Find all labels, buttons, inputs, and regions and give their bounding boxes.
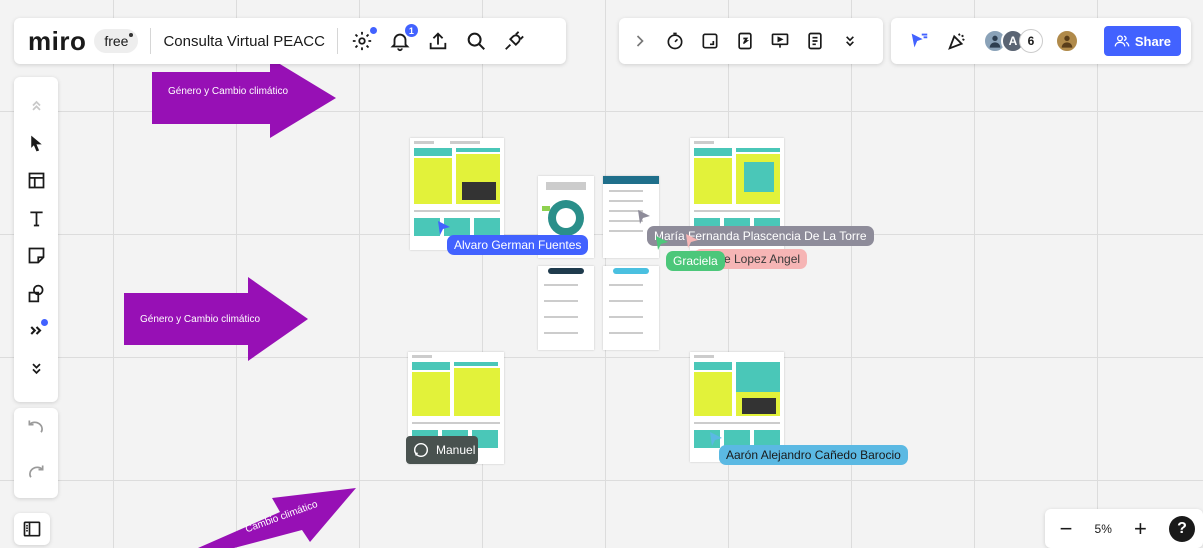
more-apps-dot (41, 319, 48, 326)
more-apps-tool[interactable] (14, 312, 58, 350)
collaborators-count[interactable]: 6 (1019, 29, 1043, 53)
card-three-icon (738, 32, 752, 50)
notifications-button[interactable]: 1 (388, 24, 418, 53)
sticky-note-tool[interactable] (14, 237, 58, 275)
gear-icon (352, 31, 372, 51)
top-toolbar-left: miro free Consulta Virtual PEACC 1 (14, 18, 566, 64)
double-chevron-down-icon (845, 36, 854, 47)
board-card-middle-4[interactable] (603, 266, 659, 350)
notifications-count: 1 (404, 24, 418, 37)
upload-icon (429, 32, 447, 50)
collapse-toolbar-button[interactable] (14, 87, 58, 125)
double-chevron-up-icon (31, 101, 41, 111)
present-button[interactable] (768, 29, 791, 53)
arrow-shape-1[interactable] (152, 58, 336, 138)
person-icon (1061, 35, 1073, 48)
undo-button[interactable] (26, 418, 46, 443)
shapes-icon (28, 284, 43, 302)
help-button[interactable]: ? (1168, 515, 1195, 542)
expand-toolbar-button[interactable] (629, 29, 652, 53)
zoom-level[interactable]: 5% (1095, 522, 1112, 536)
board-card-top-left[interactable] (410, 138, 504, 250)
comment-icon (413, 442, 429, 458)
chevron-right-icon (637, 35, 645, 47)
board-card-middle-3[interactable] (538, 266, 594, 350)
follow-cursors-button[interactable] (907, 29, 931, 53)
more-tools-button[interactable] (838, 29, 861, 53)
notes-icon (808, 32, 822, 50)
double-chevron-down-icon (31, 363, 41, 374)
celebrate-button[interactable] (945, 29, 969, 53)
timer-button[interactable] (664, 29, 687, 53)
apps-button[interactable] (502, 29, 526, 53)
cursor-pointer-maria (638, 210, 650, 224)
sidebar-panel-icon (23, 521, 41, 537)
cursor-label-manuel: Manuel (436, 443, 476, 457)
text-tool[interactable] (14, 200, 58, 238)
left-toolbar (14, 77, 58, 402)
upload-button[interactable] (426, 29, 450, 53)
frames-panel-button[interactable] (14, 513, 50, 545)
vote-icon (702, 33, 718, 49)
shapes-tool[interactable] (14, 275, 58, 313)
cursor-pointer-alvaro (438, 221, 450, 235)
redo-button[interactable] (26, 463, 46, 488)
miro-logo[interactable]: miro (28, 26, 86, 57)
users-icon (1114, 35, 1130, 47)
cursor-pointer-graciela (656, 236, 668, 250)
search-button[interactable] (464, 29, 488, 53)
undo-redo-panel (14, 408, 58, 498)
board-card-middle-2[interactable] (603, 176, 659, 258)
select-tool[interactable] (14, 125, 58, 163)
divider (336, 28, 338, 54)
text-icon (29, 211, 43, 227)
estimation-button[interactable] (734, 29, 757, 53)
avatar-current-user[interactable] (1055, 29, 1079, 53)
undo-icon (28, 420, 43, 433)
settings-dot (369, 27, 377, 34)
cursor-label-aaron: Aarón Alejandro Cañedo Barocio (719, 445, 908, 465)
presentation-icon (771, 33, 789, 48)
expand-tools-button[interactable] (14, 350, 58, 388)
layout-icon (28, 172, 44, 189)
cursor-pointer-aaron (710, 432, 722, 446)
cursor-pointer-lopez (686, 234, 698, 248)
top-toolbar-collaboration (619, 18, 883, 64)
arrow-label-1: Género y Cambio climático (168, 86, 289, 97)
cursor-arrow-icon (30, 135, 42, 152)
settings-button[interactable] (350, 27, 377, 53)
search-icon (467, 32, 485, 50)
zoom-out-button[interactable]: − (1053, 516, 1079, 542)
templates-tool[interactable] (14, 162, 58, 200)
redo-icon (29, 465, 44, 478)
share-label: Share (1134, 33, 1171, 49)
share-button[interactable]: Share (1103, 26, 1181, 56)
cursor-label-alvaro: Alvaro German Fuentes (447, 235, 589, 255)
timer-icon (667, 32, 683, 50)
cursor-filter-icon (911, 33, 928, 48)
comment-bubble-manuel[interactable]: Manuel (406, 436, 478, 464)
plan-badge[interactable]: free (94, 29, 139, 53)
arrow-label-2: Género y Cambio climático (140, 314, 261, 325)
notes-button[interactable] (803, 29, 826, 53)
cursor-label-maria: María Fernanda Plascencia De La Torre (647, 226, 874, 246)
top-toolbar-right: A 6 Share (891, 18, 1191, 64)
zoom-panel: − 5% + ? (1045, 509, 1203, 548)
divider (150, 28, 152, 54)
zoom-in-button[interactable]: + (1127, 516, 1153, 542)
arrow-shape-3[interactable] (180, 478, 360, 548)
sticky-note-icon (28, 247, 44, 264)
board-name[interactable]: Consulta Virtual PEACC (163, 33, 324, 50)
cursor-label-graciela: Graciela (666, 251, 725, 271)
party-popper-icon (948, 33, 965, 50)
plug-icon (505, 31, 524, 50)
voting-button[interactable] (699, 29, 722, 53)
